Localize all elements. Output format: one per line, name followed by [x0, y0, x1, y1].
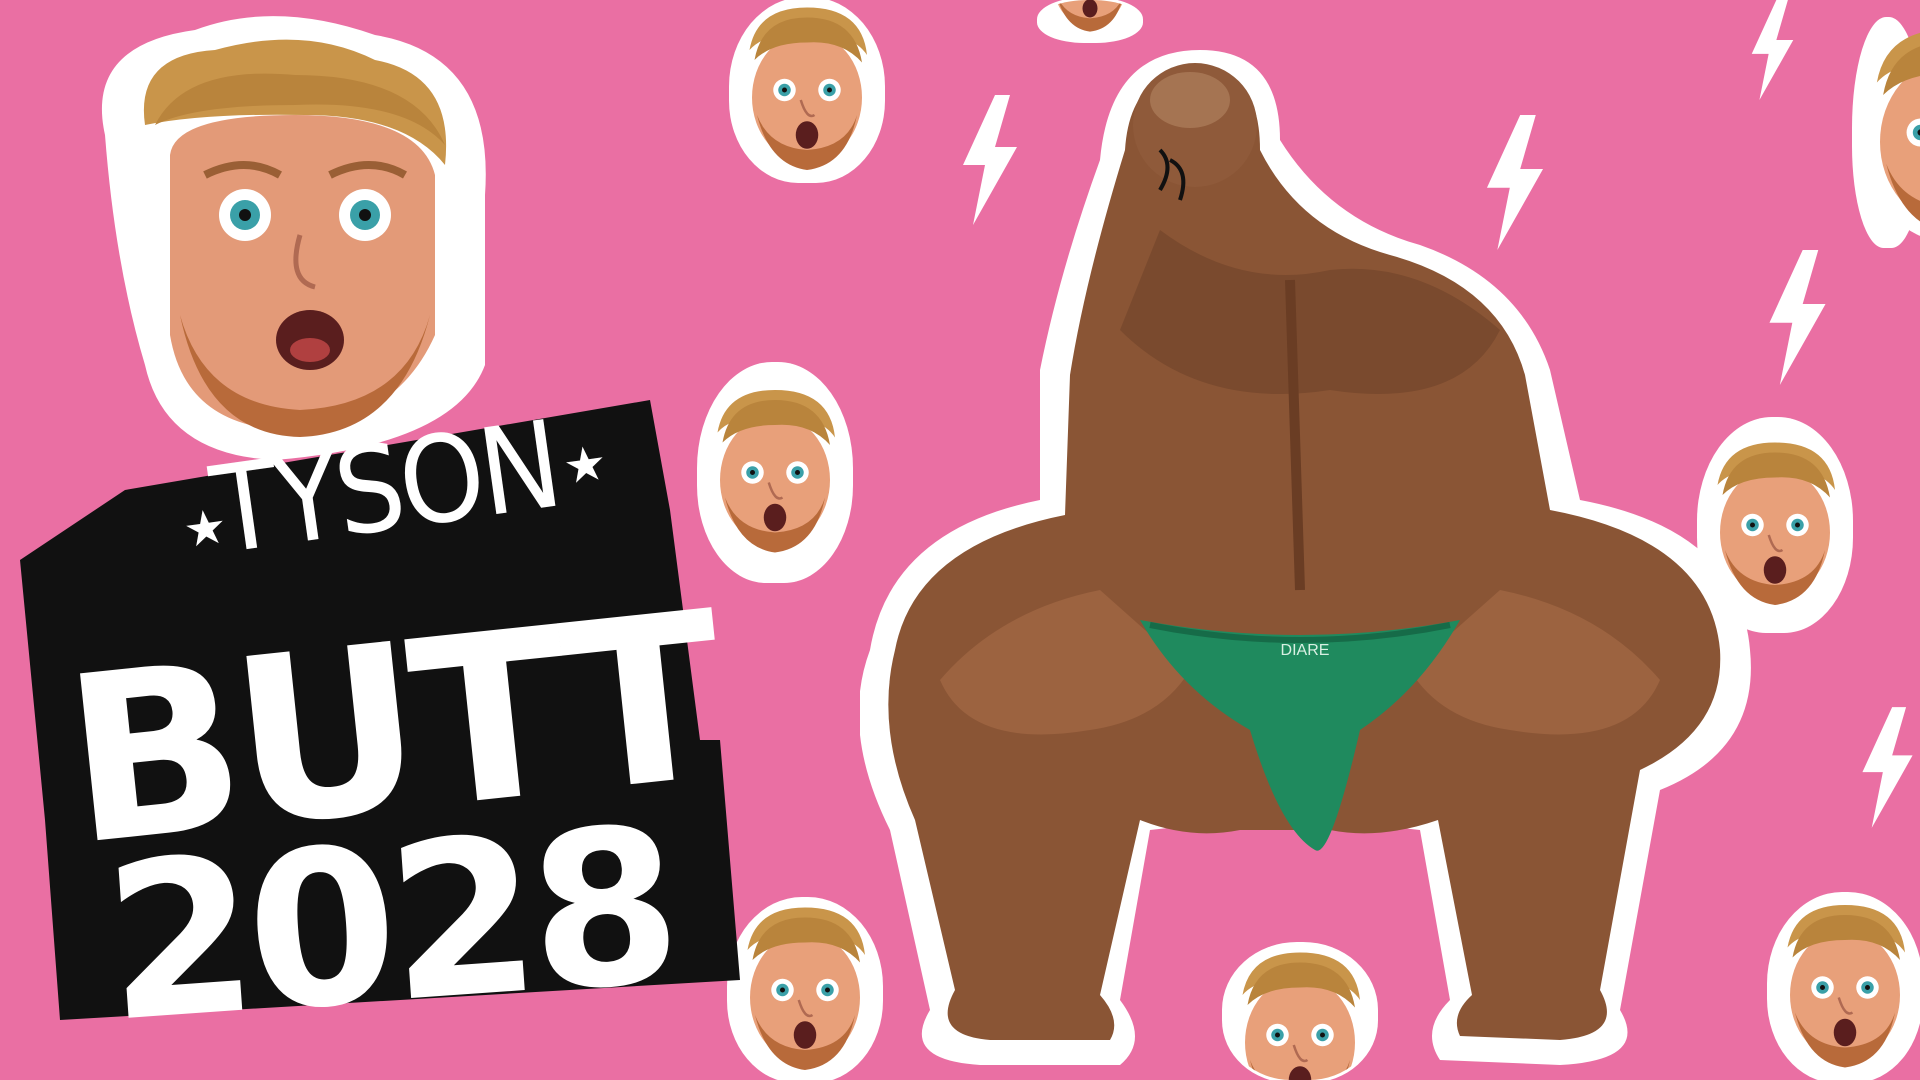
title-line-3: 2028 — [98, 780, 681, 1070]
squatting-figure-image: DIARE — [860, 30, 1780, 1070]
lightning-bolt-icon — [1855, 700, 1920, 835]
surprised-face-icon — [1855, 20, 1920, 245]
surprised-face-icon — [1770, 895, 1920, 1080]
star-right-icon: ★ — [560, 434, 610, 495]
title-sticker: ★ TYSON ★ BUTT 2028 — [20, 380, 880, 1070]
briefs-label: DIARE — [1281, 642, 1330, 659]
